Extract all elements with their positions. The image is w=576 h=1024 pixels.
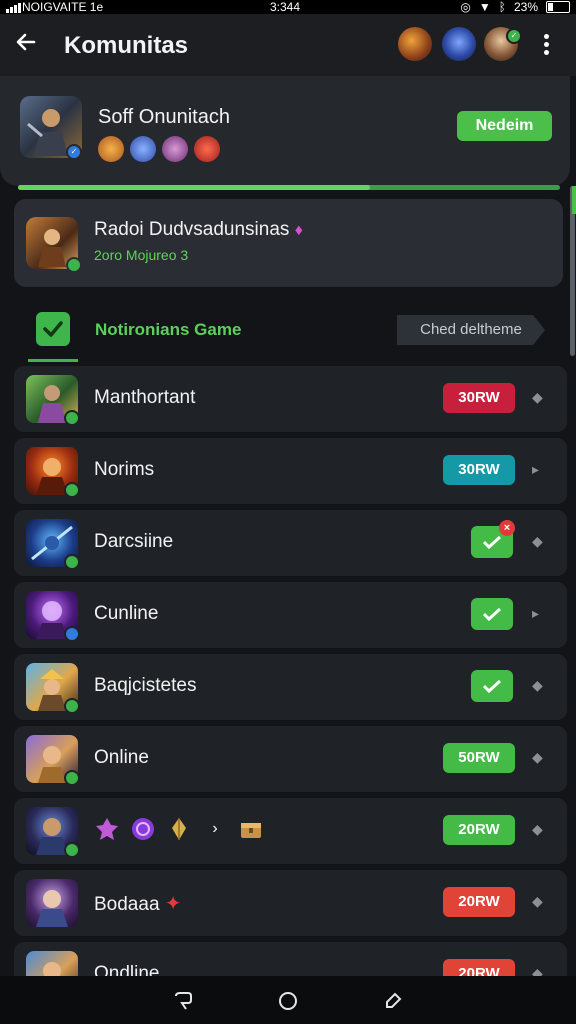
game-title: Baqjcistetes (94, 675, 197, 696)
list-item[interactable]: Manthortant 30RW ◆ (14, 366, 567, 432)
price-badge[interactable]: 50RW (443, 743, 515, 773)
crystal-icon (166, 816, 192, 842)
game-icon (26, 879, 78, 927)
system-nav-bar (0, 976, 576, 1024)
member-avatar-4[interactable] (194, 136, 220, 162)
bluetooth-icon: ᛒ (498, 0, 506, 14)
price-badge[interactable]: 20RW (443, 887, 515, 917)
status-bar: NOIGVAITE 1e 3:344 ◎ ▼ ᛒ 23% (0, 0, 576, 14)
chevron-right-icon: ◆ (532, 677, 543, 693)
gem-icon: ♦ (294, 222, 303, 239)
member-avatar-2[interactable] (130, 136, 156, 162)
online-dot-icon (64, 842, 80, 858)
home-nav-icon[interactable] (277, 990, 299, 1012)
member-avatar-1[interactable] (98, 136, 124, 162)
chevron-right-icon: ◆ (532, 749, 543, 765)
join-button[interactable]: Nedeim (457, 111, 552, 141)
verified-icon (64, 626, 80, 642)
avatar-1[interactable] (398, 27, 432, 61)
chevron-right-icon: ◆ (532, 893, 543, 909)
game-title: Bodaaa ✦ (94, 891, 182, 916)
page-title: Komunitas (64, 32, 189, 59)
verified-icon: ✓ (66, 144, 82, 160)
price-badge[interactable]: 30RW (443, 383, 515, 413)
star-icon: ✦ (164, 893, 182, 915)
tab-notifications-game[interactable]: Notironians Game (95, 320, 241, 340)
list-item[interactable]: Online 50RW ◆ (14, 726, 567, 792)
game-title-text: Bodaaa (94, 894, 160, 915)
price-badge[interactable]: 30RW (443, 455, 515, 485)
online-dot-icon (64, 770, 80, 786)
member-avatar-3[interactable] (162, 136, 188, 162)
community-name: Soff Onunitach (98, 106, 230, 128)
back-arrow-icon[interactable] (14, 30, 46, 60)
active-tab-indicator (28, 359, 78, 362)
chest-icon (238, 816, 264, 842)
carrier-label: NOIGVAITE 1e (22, 0, 104, 14)
reaction-icons: › (94, 816, 264, 842)
chevron-right-icon: ◆ (532, 389, 543, 405)
group-name-text: Radoi Dudvsadunsinas (94, 219, 290, 240)
filter-button[interactable]: Ched deltheme (397, 315, 545, 345)
battery-percent: 23% (513, 0, 538, 14)
chevron-right-icon: ▸ (532, 605, 540, 621)
group-name: Radoi Dudvsadunsinas ♦ (94, 219, 303, 241)
online-dot-icon (64, 410, 80, 426)
price-badge[interactable]: 20RW (443, 815, 515, 845)
group-subtitle: 2oro Mojureo 3 (94, 247, 189, 263)
orb-icon (130, 816, 156, 842)
battery-icon (546, 1, 570, 13)
wifi-icon: ▼ (478, 0, 491, 14)
list-item[interactable]: Cunline ▸ (14, 582, 567, 648)
game-title: Online (94, 747, 149, 768)
alarm-icon: ◎ (460, 0, 471, 14)
chevron-right-icon: ◆ (532, 821, 543, 837)
community-header-card: ✓ Soff Onunitach Nedeim (0, 76, 570, 186)
chevron-right-icon: ▸ (532, 461, 540, 477)
game-title: Manthortant (94, 387, 196, 408)
tab-row: Notironians Game Ched deltheme (0, 300, 576, 364)
app-bar: Komunitas ✓ (0, 14, 576, 76)
online-badge-icon: ✓ (506, 28, 522, 44)
game-title: Darcsiine (94, 531, 174, 552)
list-item[interactable]: Baqjcistetes ◆ (14, 654, 567, 720)
accept-button[interactable] (471, 598, 513, 630)
progress-bar (18, 185, 560, 190)
clock: 3:344 (270, 0, 301, 14)
accept-button[interactable] (471, 670, 513, 702)
game-title: Cunline (94, 603, 159, 624)
close-icon[interactable]: × (499, 520, 515, 536)
check-icon[interactable] (36, 312, 70, 346)
arrow-icon: › (212, 820, 218, 837)
recents-nav-icon[interactable] (382, 990, 404, 1012)
progress-fill (18, 185, 371, 190)
list-item[interactable]: Bodaaa ✦ 20RW ◆ (14, 870, 567, 936)
avatar-2[interactable] (442, 27, 476, 61)
scrollbar-thumb[interactable] (572, 186, 576, 214)
more-options-icon[interactable] (536, 34, 556, 58)
online-dot-icon (64, 554, 80, 570)
featured-group-card[interactable]: Radoi Dudvsadunsinas ♦ 2oro Mojureo 3 (14, 199, 563, 287)
online-dot-icon (66, 257, 82, 273)
game-title: Norims (94, 459, 155, 480)
online-dot-icon (64, 698, 80, 714)
signal-icon (6, 3, 21, 13)
chevron-right-icon: ◆ (532, 533, 543, 549)
back-nav-icon[interactable] (172, 990, 194, 1012)
list-item[interactable]: Darcsiine × ◆ (14, 510, 567, 576)
list-item[interactable]: › 20RW ◆ (14, 798, 567, 864)
online-dot-icon (64, 482, 80, 498)
list-item[interactable]: Norims 30RW ▸ (14, 438, 567, 504)
flower-icon (94, 816, 120, 842)
